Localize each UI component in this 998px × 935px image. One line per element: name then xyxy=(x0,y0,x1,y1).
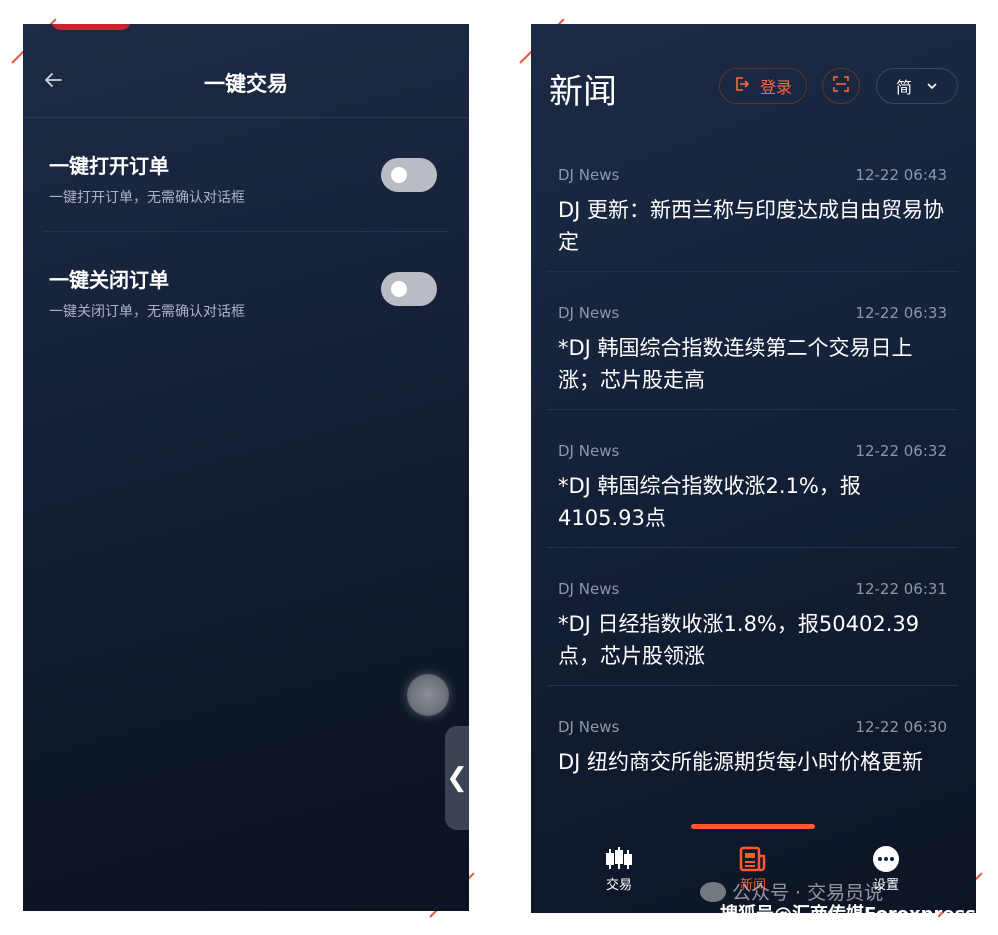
divider xyxy=(547,409,958,410)
news-headline: *DJ 日经指数收涨1.8%，报50402.39点，芯片股领涨 xyxy=(558,612,920,668)
news-item[interactable]: DJ News 12-22 06:31 *DJ 日经指数收涨1.8%，报50402… xyxy=(547,580,958,672)
scan-button[interactable] xyxy=(822,68,860,104)
edge-panel-handle[interactable]: ❮ xyxy=(445,726,469,830)
nav-label: 交易 xyxy=(605,878,632,893)
language-label: 简 xyxy=(895,78,912,97)
news-time: 12-22 06:32 xyxy=(855,442,947,460)
more-dots-icon xyxy=(851,844,921,874)
setting-description: 一键打开订单，无需确认对话框 xyxy=(49,190,245,206)
chevron-left-icon: ❮ xyxy=(446,763,468,793)
news-source: DJ News xyxy=(558,580,620,598)
divider xyxy=(547,547,958,548)
divider xyxy=(547,271,958,272)
news-headline: *DJ 韩国综合指数连续第二个交易日上涨；芯片股走高 xyxy=(558,336,913,392)
sohu-watermark: 搜狐号@汇商传媒Forexpress xyxy=(720,904,977,925)
nav-item-trade[interactable]: 交易 xyxy=(584,844,654,893)
login-icon xyxy=(734,76,750,96)
page-title: 一键交易 xyxy=(204,72,288,96)
language-select[interactable]: 简 xyxy=(876,68,958,104)
candlestick-icon xyxy=(584,844,654,874)
toggle-knob xyxy=(391,167,407,183)
floating-assistive-button[interactable] xyxy=(407,674,449,716)
login-label: 登录 xyxy=(759,78,792,97)
toggle-knob xyxy=(391,281,407,297)
news-item[interactable]: DJ News 12-22 06:30 DJ 纽约商交所能源期货每小时价格更新 xyxy=(547,718,958,778)
news-source: DJ News xyxy=(558,718,620,736)
news-screen: 新闻 登录 简 DJ News 12-22 06:43 DJ 更新：新西兰称与印度… xyxy=(531,24,976,913)
login-button[interactable]: 登录 xyxy=(719,68,807,104)
news-item[interactable]: DJ News 12-22 06:32 *DJ 韩国综合指数收涨2.1%，报410… xyxy=(547,442,958,534)
news-source: DJ News xyxy=(558,304,620,322)
news-time: 12-22 06:30 xyxy=(855,718,947,736)
divider xyxy=(43,231,449,232)
news-headline: *DJ 韩国综合指数收涨2.1%，报4105.93点 xyxy=(558,474,861,530)
one-click-trading-screen: 一键交易 一键打开订单 一键打开订单，无需确认对话框 一键关闭订单 一键关闭订单… xyxy=(23,24,469,911)
news-source: DJ News xyxy=(558,166,620,184)
news-source: DJ News xyxy=(558,442,620,460)
news-time: 12-22 06:43 xyxy=(855,166,947,184)
wechat-logo-icon xyxy=(700,881,726,902)
scan-icon xyxy=(833,76,849,96)
news-item[interactable]: DJ News 12-22 06:43 DJ 更新：新西兰称与印度达成自由贸易协定 xyxy=(547,166,958,258)
page-title: 新闻 xyxy=(549,72,617,112)
setting-one-click-close: 一键关闭订单 一键关闭订单，无需确认对话框 xyxy=(49,264,443,321)
divider xyxy=(547,685,958,686)
news-headline: DJ 纽约商交所能源期货每小时价格更新 xyxy=(558,750,924,774)
news-item[interactable]: DJ News 12-22 06:33 *DJ 韩国综合指数连续第二个交易日上涨；… xyxy=(547,304,958,396)
newspaper-icon xyxy=(718,844,788,874)
news-time: 12-22 06:31 xyxy=(855,580,947,598)
chevron-down-icon xyxy=(926,77,938,96)
news-headline: DJ 更新：新西兰称与印度达成自由贸易协定 xyxy=(558,198,945,254)
header-divider xyxy=(23,117,469,118)
one-click-open-toggle[interactable] xyxy=(381,158,437,192)
setting-one-click-open: 一键打开订单 一键打开订单，无需确认对话框 xyxy=(49,150,443,207)
status-indicator xyxy=(51,24,131,30)
setting-description: 一键关闭订单，无需确认对话框 xyxy=(49,304,245,320)
active-tab-indicator xyxy=(691,824,815,829)
one-click-close-toggle[interactable] xyxy=(381,272,437,306)
news-time: 12-22 06:33 xyxy=(855,304,947,322)
